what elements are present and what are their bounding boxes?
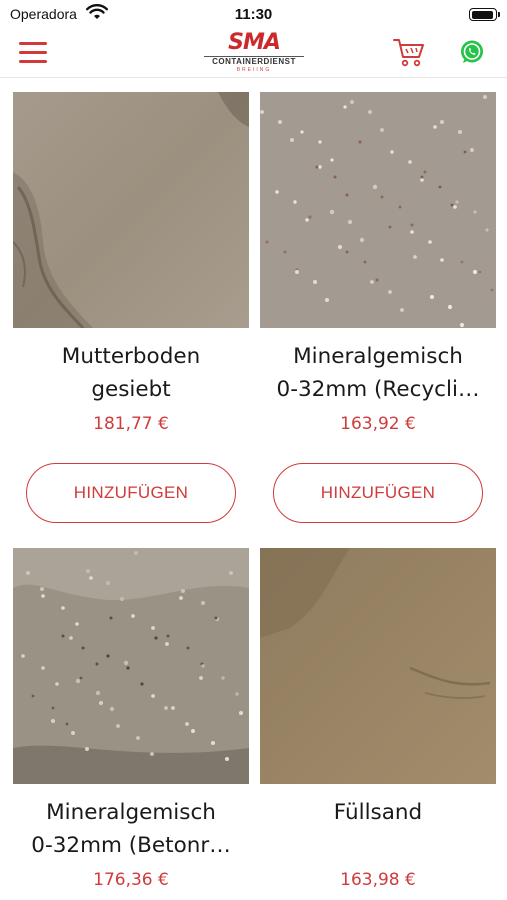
product-price: 181,77 €	[93, 414, 169, 434]
menu-button[interactable]	[17, 40, 49, 66]
product-price: 163,92 €	[340, 414, 416, 434]
product-price: 176,36 €	[93, 870, 169, 890]
product-image[interactable]	[260, 92, 496, 328]
product-title-line: 0-32mm (Betonr…	[31, 833, 231, 858]
product-title-line: Mineralgemisch	[293, 344, 463, 369]
product-title[interactable]: Füllsand	[254, 796, 502, 862]
product-title[interactable]: Mineralgemisch 0-32mm (Betonr…	[7, 796, 255, 862]
product-title-line: Mutterboden	[61, 344, 201, 369]
product-image[interactable]	[260, 548, 496, 784]
menu-icon	[19, 42, 47, 45]
logo-mark: SMA	[228, 30, 281, 55]
brand-logo[interactable]: SMA CONTAINERDIENST BREIING	[200, 30, 308, 74]
product-image[interactable]	[13, 548, 249, 784]
app-header: SMA CONTAINERDIENST BREIING	[0, 28, 507, 78]
product-title-line: Füllsand	[333, 800, 423, 825]
status-bar: Operadora 11:30	[0, 0, 507, 28]
product-image[interactable]	[13, 92, 249, 328]
logo-subtitle-small: BREIING	[236, 67, 272, 73]
logo-subtitle: CONTAINERDIENST	[212, 57, 296, 66]
clock: 11:30	[234, 6, 273, 23]
menu-icon-bar	[19, 60, 47, 63]
cart-icon[interactable]	[392, 36, 426, 68]
product-title-line: Mineralgemisch	[46, 800, 216, 825]
add-to-cart-button[interactable]: HINZUFÜGEN	[26, 463, 236, 523]
add-to-cart-button[interactable]: HINZUFÜGEN	[273, 463, 483, 523]
product-title[interactable]: Mutterboden gesiebt	[7, 340, 255, 406]
product-title[interactable]: Mineralgemisch 0-32mm (Recycli…	[254, 340, 502, 406]
product-title-line: 0-32mm (Recycli…	[276, 377, 480, 402]
whatsapp-icon[interactable]	[459, 39, 485, 65]
product-price: 163,98 €	[340, 870, 416, 890]
battery-icon	[469, 8, 500, 21]
menu-icon-bar	[19, 51, 47, 54]
product-title-line: gesiebt	[91, 377, 171, 402]
